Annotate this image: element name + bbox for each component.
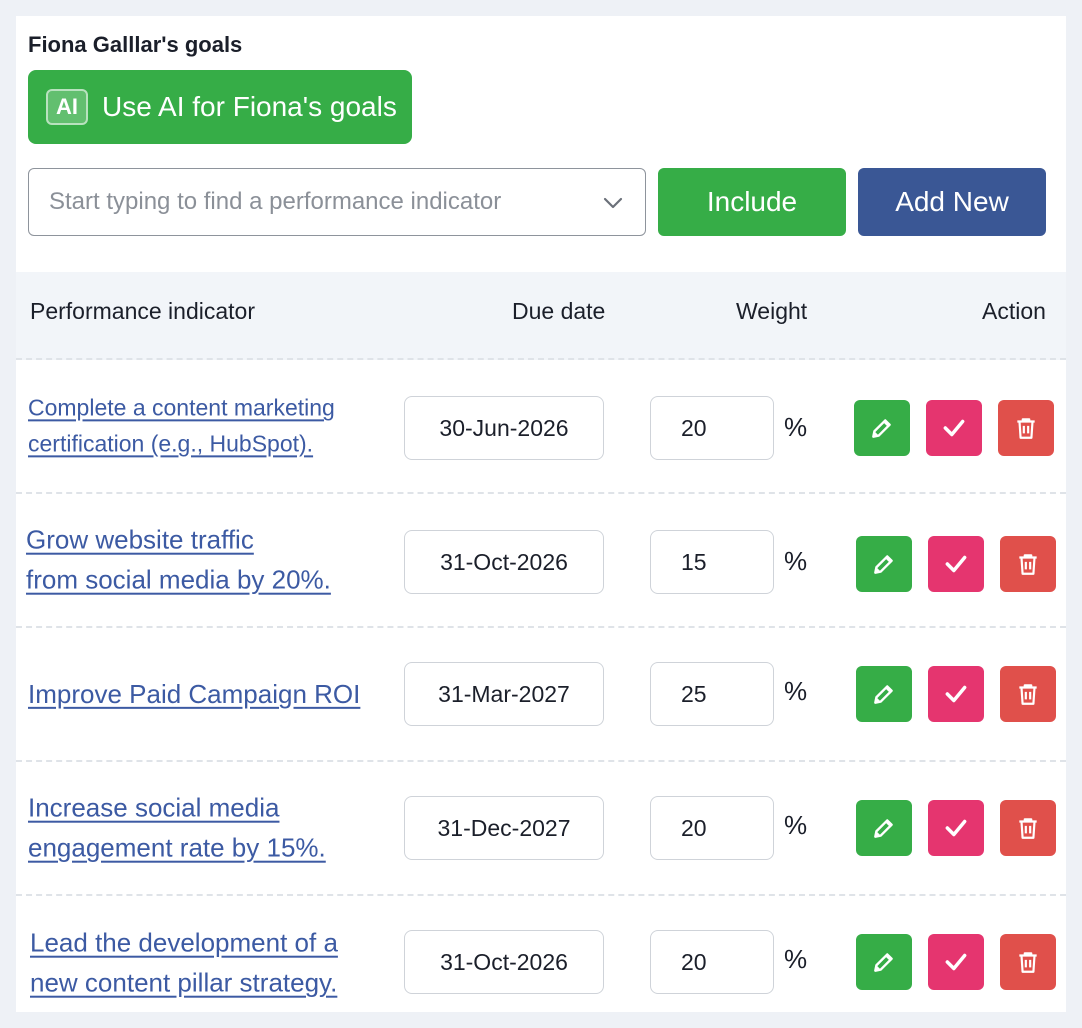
edit-button[interactable] — [856, 666, 912, 722]
performance-indicator-search-input[interactable] — [49, 188, 589, 216]
trash-icon — [1019, 554, 1037, 575]
header-weight: Weight — [736, 298, 808, 324]
weight-field[interactable]: 20 — [650, 396, 774, 460]
due-date-field[interactable]: 31-Dec-2027 — [404, 796, 604, 860]
complete-button[interactable] — [926, 400, 982, 456]
goals-card: Fiona Galllar's goals AI Use AI for Fion… — [16, 16, 1066, 1012]
page-title: Fiona Galllar's goals — [28, 32, 243, 57]
indicator-link[interactable]: Increase social media engagement rate by… — [28, 788, 326, 869]
weight-field[interactable]: 20 — [650, 796, 774, 860]
weight-field[interactable]: 15 — [650, 530, 774, 594]
pencil-icon — [874, 819, 893, 838]
table-row: Grow website traffic from social media b… — [16, 494, 1066, 628]
check-icon — [945, 555, 967, 573]
edit-button[interactable] — [856, 800, 912, 856]
check-icon — [945, 819, 967, 837]
trash-icon — [1017, 418, 1035, 439]
trash-icon — [1019, 684, 1037, 705]
delete-button[interactable] — [998, 400, 1054, 456]
check-icon — [943, 419, 965, 437]
pencil-icon — [874, 555, 893, 574]
table-header: Performance indicator Due date Weight Ac… — [16, 272, 1066, 360]
check-icon — [945, 953, 967, 971]
complete-button[interactable] — [928, 666, 984, 722]
weight-field[interactable]: 25 — [650, 662, 774, 726]
percent-label: % — [784, 412, 808, 442]
pencil-icon — [874, 685, 893, 704]
check-icon — [945, 685, 967, 703]
delete-button[interactable] — [1000, 536, 1056, 592]
table-row: Lead the development of a new content pi… — [16, 896, 1066, 1028]
weight-field[interactable]: 20 — [650, 930, 774, 994]
delete-button[interactable] — [1000, 800, 1056, 856]
performance-indicator-select[interactable] — [28, 168, 646, 236]
percent-label: % — [784, 944, 808, 974]
indicator-link[interactable]: Complete a content marketing certificati… — [28, 390, 335, 461]
use-ai-button-label: Use AI for Fiona's goals — [102, 91, 397, 122]
header-action: Action — [982, 298, 1046, 324]
table-row: Complete a content marketing certificati… — [16, 360, 1066, 494]
include-button[interactable]: Include — [658, 168, 846, 236]
percent-label: % — [784, 676, 808, 706]
complete-button[interactable] — [928, 934, 984, 990]
trash-icon — [1019, 952, 1037, 973]
header-due-date: Due date — [512, 298, 606, 324]
goals-table-body: Complete a content marketing certificati… — [16, 360, 1066, 1028]
indicator-link[interactable]: Improve Paid Campaign ROI — [28, 674, 360, 714]
complete-button[interactable] — [928, 800, 984, 856]
use-ai-button[interactable]: AI Use AI for Fiona's goals — [28, 70, 412, 144]
pencil-icon — [872, 419, 891, 438]
delete-button[interactable] — [1000, 934, 1056, 990]
percent-label: % — [784, 810, 808, 840]
due-date-field[interactable]: 31-Mar-2027 — [404, 662, 604, 726]
table-row: Increase social media engagement rate by… — [16, 762, 1066, 896]
ai-badge-icon: AI — [46, 89, 88, 125]
due-date-field[interactable]: 31-Oct-2026 — [404, 530, 604, 594]
edit-button[interactable] — [856, 536, 912, 592]
due-date-field[interactable]: 30-Jun-2026 — [404, 396, 604, 460]
indicator-link[interactable]: Lead the development of a new content pi… — [30, 923, 338, 1004]
add-new-button[interactable]: Add New — [858, 168, 1046, 236]
chevron-down-icon[interactable] — [601, 191, 625, 215]
pencil-icon — [874, 953, 893, 972]
trash-icon — [1019, 818, 1037, 839]
delete-button[interactable] — [1000, 666, 1056, 722]
edit-button[interactable] — [856, 934, 912, 990]
table-row: Improve Paid Campaign ROI 31-Mar-2027 25… — [16, 628, 1066, 762]
due-date-field[interactable]: 31-Oct-2026 — [404, 930, 604, 994]
indicator-link[interactable]: Grow website traffic from social media b… — [26, 520, 331, 601]
complete-button[interactable] — [928, 536, 984, 592]
percent-label: % — [784, 546, 808, 576]
edit-button[interactable] — [854, 400, 910, 456]
header-performance-indicator: Performance indicator — [30, 298, 255, 324]
